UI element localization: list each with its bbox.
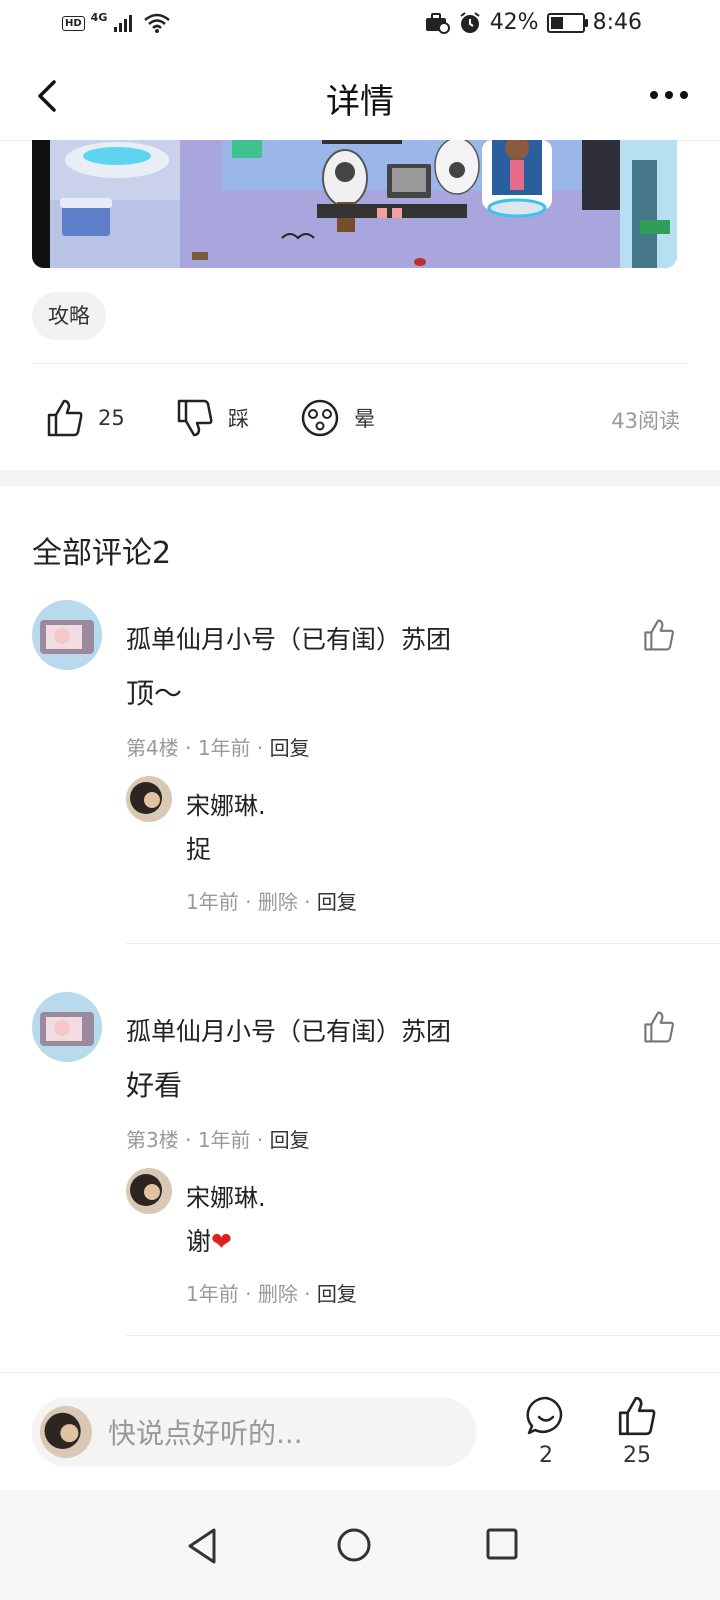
comment-author[interactable]: 孤单仙月小号（已有闺）苏团 — [126, 1012, 451, 1048]
thumbs-up-icon — [618, 1396, 656, 1436]
top-app-bar: 详情 — [0, 50, 720, 141]
avatar-image — [126, 1168, 172, 1214]
reply-text-body: 谢 — [186, 1227, 212, 1256]
my-avatar — [40, 1406, 92, 1458]
wifi-icon — [144, 13, 171, 33]
hd-indicator: HD — [62, 15, 85, 31]
signal-icon — [114, 15, 133, 32]
nav-home-icon[interactable] — [335, 1526, 373, 1564]
status-right: 42% 8:46 — [424, 10, 642, 35]
reply-text: 捉 — [186, 835, 212, 864]
comments-header: 全部评论2 — [32, 536, 172, 571]
comment-text: 好看 — [126, 1069, 183, 1102]
like-button[interactable]: 25 — [46, 392, 125, 444]
commenter-avatar[interactable] — [32, 992, 102, 1062]
comment-count: 2 — [539, 1443, 553, 1468]
delete-button[interactable]: 删除 — [258, 1282, 298, 1306]
dizzy-button[interactable]: 晕 — [300, 392, 375, 444]
battery-fill — [550, 16, 564, 29]
reply-meta: 1年前 · 删除 · 回复 — [186, 890, 357, 914]
reply-button[interactable]: 回复 — [317, 1282, 357, 1306]
comment-input[interactable] — [106, 1397, 460, 1469]
reply-meta: 1年前 · 删除 · 回复 — [186, 1282, 357, 1306]
network-type: 4G — [90, 10, 108, 24]
dizzy-face-icon — [301, 399, 339, 437]
comment-floor: 第4楼 — [126, 736, 179, 760]
nav-recents-icon[interactable] — [484, 1526, 520, 1562]
like-count: 25 — [98, 406, 125, 430]
reply-time: 1年前 — [186, 890, 239, 914]
briefcase-icon — [425, 12, 450, 34]
bottom-like-button[interactable]: 25 — [607, 1395, 667, 1468]
comment-time: 1年前 — [197, 1128, 251, 1152]
comment-like-icon[interactable] — [642, 618, 676, 652]
divider — [126, 943, 720, 944]
comment-floor: 第3楼 — [126, 1128, 179, 1152]
comment-input-container[interactable] — [32, 1397, 476, 1469]
comment-time: 1年前 — [197, 736, 251, 760]
avatar-image — [32, 992, 102, 1062]
clock-time: 8:46 — [592, 10, 642, 35]
battery-percent: 42% — [489, 10, 539, 35]
nav-back-icon[interactable] — [184, 1526, 220, 1566]
comment-meta: 第4楼 · 1年前 · 回复 — [126, 736, 310, 760]
page-title: 详情 — [326, 82, 394, 122]
bottom-like-count: 25 — [623, 1443, 651, 1468]
comments-button[interactable]: 2 — [516, 1395, 576, 1468]
divider — [126, 1335, 720, 1336]
game-scene-illustration — [32, 140, 677, 268]
reply-text: 谢❤ — [186, 1222, 232, 1258]
reply-button[interactable]: 回复 — [270, 736, 310, 760]
comment-author[interactable]: 孤单仙月小号（已有闺）苏团 — [126, 620, 451, 656]
post-image[interactable] — [32, 140, 677, 268]
system-navigation-bar — [0, 1490, 720, 1600]
comment-bar: 2 25 — [0, 1372, 720, 1491]
dislike-button[interactable]: 踩 — [176, 392, 249, 444]
reply-avatar[interactable] — [126, 776, 172, 822]
thumbs-up-icon — [47, 399, 83, 437]
dizzy-label: 晕 — [354, 407, 375, 431]
status-bar: HD 4G 42% 8:46 — [0, 0, 720, 50]
reply-time: 1年前 — [186, 1282, 239, 1306]
thumbs-down-icon — [177, 399, 213, 437]
reply-author[interactable]: 宋娜琳. — [186, 786, 266, 821]
section-spacer — [0, 470, 720, 486]
comment-bubble-icon — [526, 1396, 563, 1435]
post-tag[interactable]: 攻略 — [32, 292, 106, 340]
reply-avatar[interactable] — [126, 1168, 172, 1214]
more-options-icon[interactable] — [644, 80, 694, 110]
comment-text: 顶～ — [126, 677, 183, 710]
avatar-image — [126, 776, 172, 822]
heart-emoji-icon: ❤ — [211, 1227, 232, 1256]
commenter-avatar[interactable] — [32, 600, 102, 670]
reply-button[interactable]: 回复 — [317, 890, 357, 914]
alarm-icon — [460, 11, 480, 33]
reply-author[interactable]: 宋娜琳. — [186, 1178, 266, 1213]
reply-button[interactable]: 回复 — [270, 1128, 310, 1152]
avatar-image — [32, 600, 102, 670]
dislike-label: 踩 — [228, 407, 249, 431]
read-count: 43阅读 — [611, 409, 680, 433]
delete-button[interactable]: 删除 — [258, 890, 298, 914]
avatar-image — [40, 1406, 92, 1458]
comment-meta: 第3楼 · 1年前 · 回复 — [126, 1128, 310, 1152]
status-left: HD 4G — [62, 10, 171, 34]
divider — [32, 363, 688, 364]
comment-like-icon[interactable] — [642, 1010, 676, 1044]
battery-icon — [546, 12, 588, 33]
